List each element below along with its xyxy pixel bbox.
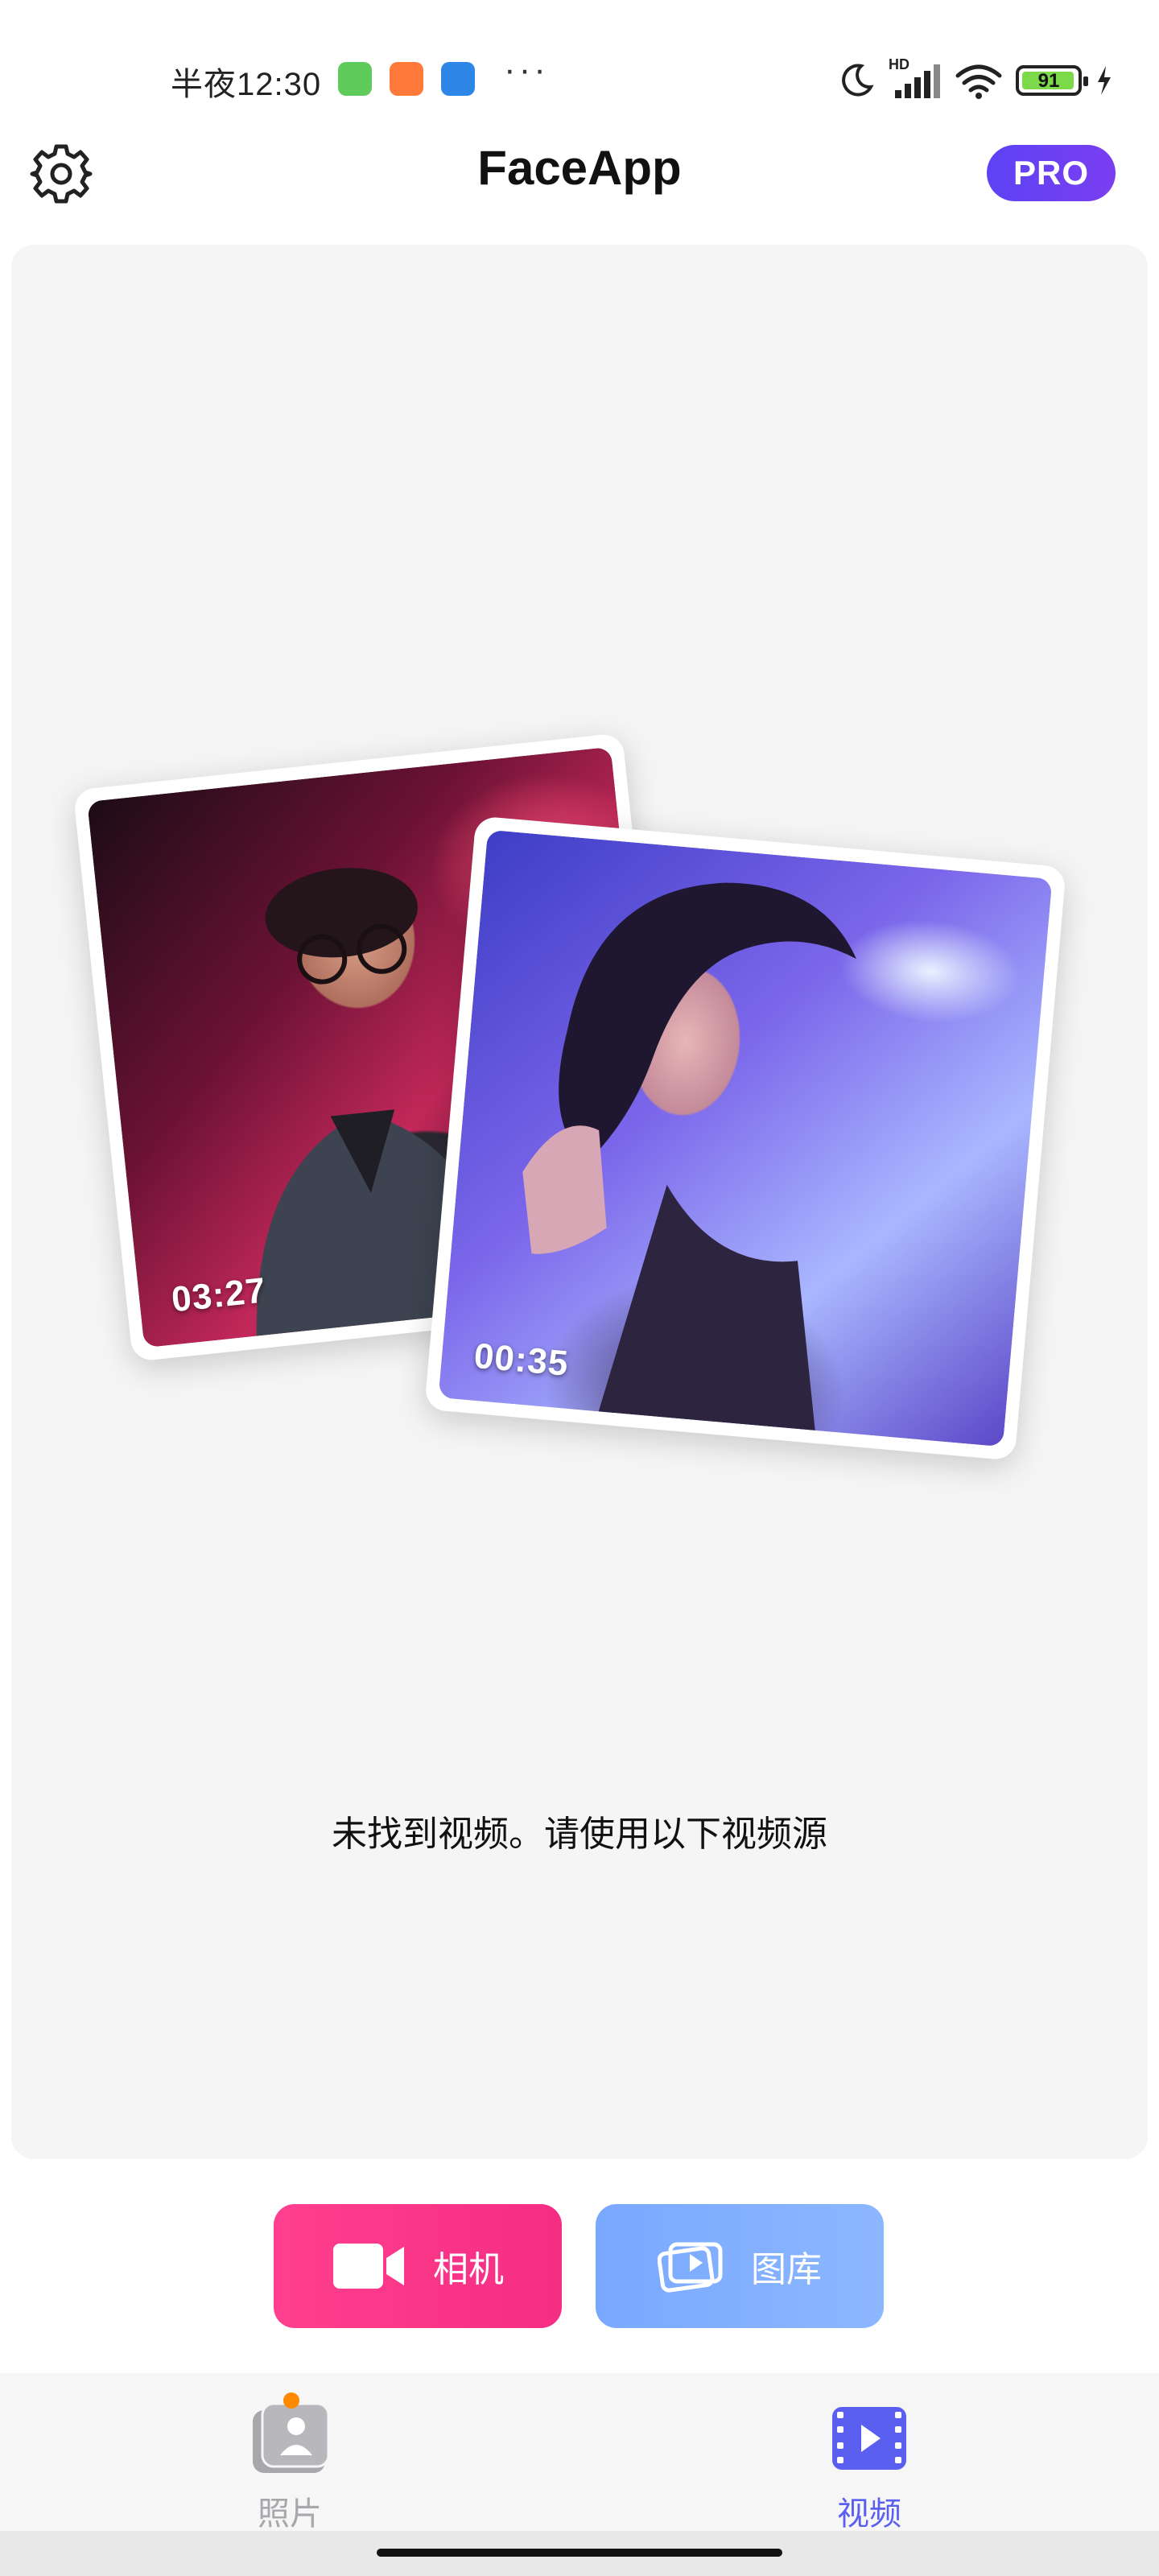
charging-icon [1098,66,1111,95]
battery-icon: 91 [1016,65,1088,96]
gallery-button-label: 图库 [751,2250,822,2289]
video-film-icon [832,2407,906,2470]
camera-button[interactable]: 相机 [274,2204,562,2328]
pro-button[interactable]: PRO [987,145,1116,201]
green-robot-app-icon [338,62,372,96]
video-camera-icon [333,2244,404,2289]
tab-photos-label: 照片 [258,2496,322,2532]
video-duration-badge: 00:35 [472,1335,571,1384]
app-title: FaceApp [477,141,682,195]
gesture-bar [0,2531,1159,2576]
status-indicators: HD 91 [837,56,1114,105]
gallery-play-icon [658,2242,723,2293]
wifi-icon [955,64,1002,99]
home-indicator[interactable] [377,2549,782,2557]
video-empty-panel: 03:27 00:35 未找到视频。请使用以下视频源 [11,245,1148,2159]
sample-video-thumbnail-woman: 00:35 [438,829,1053,1447]
blue-files-app-icon [441,62,475,96]
photo-portrait-icon [253,2392,330,2473]
signal-icon: HD [889,56,942,100]
empty-state-message: 未找到视频。请使用以下视频源 [332,1814,827,1854]
sample-video-card-2: 00:35 [424,815,1066,1461]
moon-icon [842,64,874,97]
orange-bag-app-icon [390,62,423,96]
app-header: FaceApp PRO [0,121,1159,225]
tab-videos-label: 视频 [837,2496,901,2532]
status-bar: 半夜12:30 ··· HD 91 [0,0,1159,121]
bottom-navigation: 照片 视频 [0,2373,1159,2532]
camera-button-label: 相机 [433,2250,504,2289]
tab-videos[interactable]: 视频 [789,2392,950,2532]
gallery-button[interactable]: 图库 [596,2204,884,2328]
battery-level: 91 [1037,70,1060,92]
status-time: 半夜12:30 [171,67,322,102]
more-notifications-icon: ··· [504,50,549,89]
notification-dot [283,2392,299,2409]
tab-photos[interactable]: 照片 [209,2392,370,2532]
